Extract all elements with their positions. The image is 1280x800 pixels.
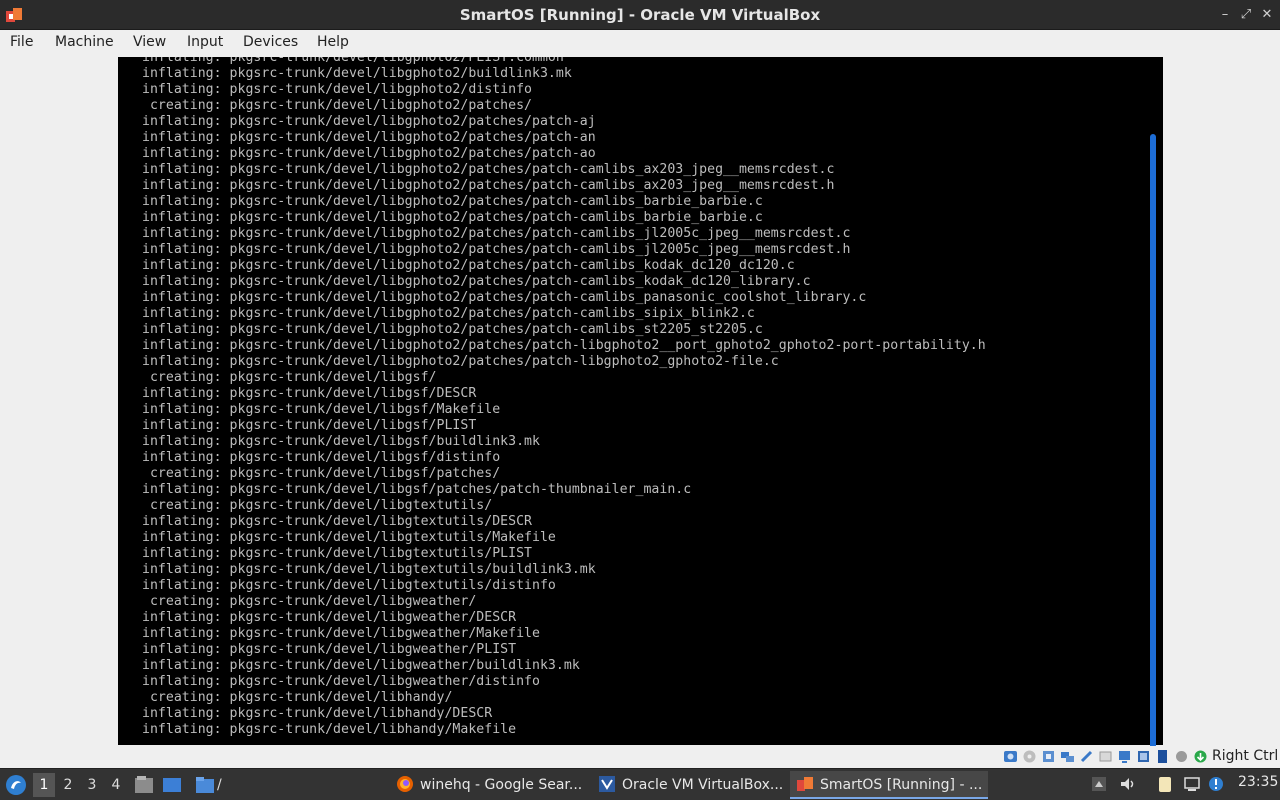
console-line: inflating: pkgsrc-trunk/devel/libgweathe… [142,610,517,625]
console-line: inflating: pkgsrc-trunk/devel/libgphoto2… [142,338,986,353]
menu-file[interactable]: File [10,34,33,50]
menu-devices[interactable]: Devices [243,34,298,50]
cpu-icon[interactable] [1174,749,1189,764]
console-line: inflating: pkgsrc-trunk/devel/libgphoto2… [142,57,564,65]
console-line: inflating: pkgsrc-trunk/devel/libhandy/M… [142,722,517,737]
console-line: inflating: pkgsrc-trunk/devel/libgweathe… [142,658,580,673]
recording-icon[interactable] [1155,749,1170,764]
console-line: inflating: pkgsrc-trunk/devel/libgtextut… [142,530,556,545]
file-manager-launcher-icon[interactable] [133,774,155,796]
vm-scrollbar[interactable] [1150,134,1156,796]
hard-disk-icon[interactable] [1003,749,1018,764]
console-line: inflating: pkgsrc-trunk/devel/libgphoto2… [142,290,867,305]
console-line: creating: pkgsrc-trunk/devel/libgweather… [142,594,477,609]
vm-statusbar: Right Ctrl [0,746,1280,768]
console-line: inflating: pkgsrc-trunk/devel/libgsf/PLI… [142,418,477,433]
folder-icon[interactable] [194,774,216,796]
folder-launcher-label[interactable]: / [217,777,222,793]
task-label: Oracle VM VirtualBox... [622,777,784,793]
console-line: creating: pkgsrc-trunk/devel/libgtextuti… [142,498,493,513]
console-line: inflating: pkgsrc-trunk/devel/libgphoto2… [142,306,755,321]
clipboard-icon[interactable] [1156,775,1174,793]
workspace-3[interactable]: 3 [81,773,103,797]
console-line: inflating: pkgsrc-trunk/devel/libgphoto2… [142,82,533,97]
console-line: inflating: pkgsrc-trunk/devel/libgtextut… [142,578,556,593]
console-line: inflating: pkgsrc-trunk/devel/libgphoto2… [142,354,779,369]
console-line: inflating: pkgsrc-trunk/devel/libgphoto2… [142,226,851,241]
vm-display-area: inflating: pkgsrc-trunk/devel/libgphoto2… [0,56,1280,796]
menu-input[interactable]: Input [187,34,223,50]
audio-icon[interactable] [1041,749,1056,764]
menu-view[interactable]: View [133,34,166,50]
menu-help[interactable]: Help [317,34,349,50]
close-button[interactable]: ✕ [1258,6,1276,24]
console-line: inflating: pkgsrc-trunk/devel/libgphoto2… [142,130,596,145]
console-line: inflating: pkgsrc-trunk/devel/libgphoto2… [142,178,835,193]
firefox-icon [397,775,413,792]
workspace-1[interactable]: 1 [33,773,55,797]
network-icon[interactable] [1060,749,1075,764]
mouse-integration-icon[interactable] [1193,749,1208,764]
task-virtualbox-manager[interactable]: Oracle VM VirtualBox... [594,771,786,799]
console-line: creating: pkgsrc-trunk/devel/libgsf/patc… [142,466,501,481]
console-line: inflating: pkgsrc-trunk/devel/libgsf/bui… [142,434,540,449]
clock: 23:35 [1238,774,1279,790]
workspace-4[interactable]: 4 [105,773,127,797]
update-notifier-icon[interactable] [1207,775,1225,793]
console-line: inflating: pkgsrc-trunk/devel/libhandy/D… [142,706,493,721]
console-line: inflating: pkgsrc-trunk/devel/libgsf/Mak… [142,402,501,417]
show-desktop-icon[interactable] [161,774,183,796]
network-tray-icon[interactable] [1183,775,1201,793]
display-icon[interactable] [1117,749,1132,764]
workspace-2[interactable]: 2 [57,773,79,797]
console-line: inflating: pkgsrc-trunk/devel/libgphoto2… [142,274,811,289]
console-line: inflating: pkgsrc-trunk/devel/libgphoto2… [142,258,795,273]
desktop-taskbar: 1 2 3 4 / winehq - Google Sear... Oracle… [0,768,1280,800]
task-smartos-vm[interactable]: SmartOS [Running] - ... [790,771,988,799]
console-line: inflating: pkgsrc-trunk/devel/libgweathe… [142,626,540,641]
usb-icon[interactable] [1079,749,1094,764]
console-line: inflating: pkgsrc-trunk/devel/libgsf/pat… [142,482,692,497]
console-line: inflating: pkgsrc-trunk/devel/libgphoto2… [142,146,596,161]
menu-machine[interactable]: Machine [55,34,114,50]
console-line: inflating: pkgsrc-trunk/devel/libgphoto2… [142,162,835,177]
console-line: inflating: pkgsrc-trunk/devel/libgtextut… [142,514,533,529]
virtualbox-icon [599,775,615,792]
console-line: inflating: pkgsrc-trunk/devel/libgtextut… [142,562,596,577]
task-winehq-firefox[interactable]: winehq - Google Sear... [392,771,584,799]
vm-console-screen[interactable]: inflating: pkgsrc-trunk/devel/libgphoto2… [118,57,1163,745]
shared-folders-icon[interactable] [1098,749,1113,764]
console-line: inflating: pkgsrc-trunk/devel/libgweathe… [142,642,517,657]
minimize-button[interactable]: – [1216,6,1234,24]
video-capture-icon[interactable] [1136,749,1151,764]
console-line: creating: pkgsrc-trunk/devel/libhandy/ [142,690,453,705]
tray-up-arrow-icon[interactable] [1090,775,1108,793]
console-line: creating: pkgsrc-trunk/devel/libgphoto2/… [142,98,533,113]
console-line: inflating: pkgsrc-trunk/devel/libgsf/DES… [142,386,477,401]
vm-window-icon [797,776,813,791]
console-line: inflating: pkgsrc-trunk/devel/libgphoto2… [142,322,763,337]
console-line: inflating: pkgsrc-trunk/devel/libgtextut… [142,546,533,561]
maximize-button[interactable]: ⤢ [1237,6,1255,24]
console-line: inflating: pkgsrc-trunk/devel/libgphoto2… [142,210,763,225]
task-label: winehq - Google Sear... [420,777,583,793]
console-line: inflating: pkgsrc-trunk/devel/libgsf/dis… [142,450,501,465]
console-line: inflating: pkgsrc-trunk/devel/libgphoto2… [142,66,572,81]
console-output: inflating: pkgsrc-trunk/devel/libgphoto2… [142,57,1152,738]
start-menu-icon[interactable] [4,773,28,797]
optical-drive-icon[interactable] [1022,749,1037,764]
console-line: inflating: pkgsrc-trunk/devel/libgphoto2… [142,194,763,209]
window-titlebar[interactable]: SmartOS [Running] - Oracle VM VirtualBox… [0,0,1280,30]
console-line: creating: pkgsrc-trunk/devel/libgsf/ [142,370,437,385]
task-label: SmartOS [Running] - ... [820,777,983,793]
console-line: inflating: pkgsrc-trunk/devel/libgweathe… [142,674,540,689]
volume-icon[interactable] [1119,775,1137,793]
menu-bar: File Machine View Input Devices Help [0,30,1280,56]
console-line: inflating: pkgsrc-trunk/devel/libgphoto2… [142,114,596,129]
host-key-label: Right Ctrl [1212,748,1279,764]
console-line: inflating: pkgsrc-trunk/devel/libgphoto2… [142,242,851,257]
window-title: SmartOS [Running] - Oracle VM VirtualBox [459,6,821,24]
